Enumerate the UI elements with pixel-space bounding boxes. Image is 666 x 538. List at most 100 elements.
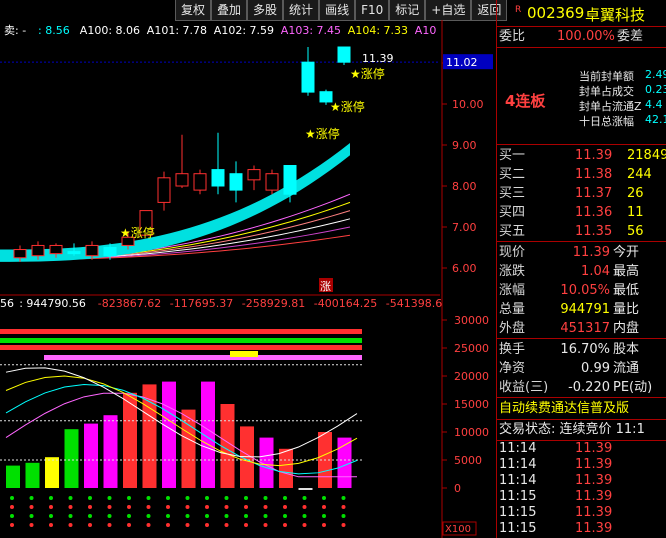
candle[interactable] (193, 169, 207, 195)
toolbar-button[interactable]: 复权 (175, 0, 212, 21)
quote-row: 现价 11.39 今开 (497, 243, 666, 262)
volume-tick-label: 10000 (454, 426, 489, 439)
candle[interactable] (175, 134, 189, 189)
candle-body (49, 244, 63, 255)
price-tick-label: 6.00 (452, 262, 477, 275)
candle[interactable] (229, 161, 243, 203)
signal-dot (263, 523, 268, 527)
chart-area[interactable]: 卖: -: 8.56 A100: 8.06 A101: 7.78 A102: 7.59… (0, 20, 495, 538)
volume-bar[interactable] (25, 462, 40, 488)
signal-dot (185, 496, 190, 500)
bid-row[interactable]: 买三 11.37 26 (497, 184, 666, 203)
volume-bar[interactable] (103, 415, 118, 488)
bid-volume: 56 (627, 224, 644, 239)
volume-tick-label: 30000 (454, 314, 489, 327)
volume-bar[interactable] (84, 423, 98, 488)
toolbar-button[interactable]: +自选 (425, 0, 472, 21)
signal-dot (10, 496, 14, 500)
webi-label: 委比 (499, 29, 526, 44)
stock-code[interactable]: 002369 (527, 4, 584, 22)
signal-dot (166, 514, 170, 518)
quote-row: 涨幅 10.05% 最低 (497, 281, 666, 300)
volume-bar[interactable] (279, 448, 293, 488)
candle[interactable] (301, 47, 315, 96)
signal-dot (49, 505, 53, 509)
toolbar-button[interactable]: F10 (355, 0, 390, 21)
volume-bar[interactable] (142, 384, 157, 488)
toolbar-button[interactable]: 统计 (283, 0, 320, 21)
signal-dot (322, 523, 326, 527)
seal-label: 十日总涨幅 (579, 115, 634, 128)
candle[interactable] (211, 132, 225, 195)
signal-dot (185, 505, 190, 509)
signal-dot (205, 514, 209, 518)
seal-label: 封单占流通Z (579, 100, 642, 113)
price-tick-label: 9.00 (452, 139, 477, 152)
candle-body (283, 165, 297, 195)
volume-bar[interactable] (123, 392, 137, 488)
stock-name[interactable]: 卓翼科技 (585, 4, 645, 25)
signal-dot (127, 514, 131, 518)
tick-time: 11:14 (499, 457, 537, 472)
signal-dot (205, 505, 209, 509)
candle-body (211, 169, 225, 187)
bid-row[interactable]: 买四 11.36 11 (497, 203, 666, 222)
signal-stripe (0, 345, 362, 350)
signal-dot (185, 523, 190, 527)
volume-bar[interactable] (220, 404, 235, 488)
signal-dot (68, 523, 73, 527)
candle-body (175, 173, 189, 187)
signal-dot (166, 496, 170, 500)
volume-bar[interactable] (298, 488, 313, 490)
candle-body (85, 244, 99, 257)
signal-dot (224, 496, 229, 500)
bid-row[interactable]: 买二 11.38 244 (497, 165, 666, 184)
signal-dot (283, 496, 287, 500)
divider (497, 144, 666, 145)
tick-time: 11:15 (499, 505, 537, 520)
tick-row[interactable]: 11:15 11.39 (497, 521, 666, 537)
signal-dot (29, 505, 34, 509)
tick-row[interactable]: 11:14 11.39 (497, 473, 666, 489)
volume-bar[interactable] (45, 457, 59, 488)
kline-chart[interactable]: 卖: -: 8.56 A100: 8.06 A101: 7.78 A102: 7.59… (0, 20, 495, 538)
signal-dot (127, 496, 131, 500)
signal-dot (107, 514, 112, 518)
toolbar-button[interactable]: 画线 (319, 0, 356, 21)
candle[interactable] (157, 171, 171, 211)
tick-price: 11.39 (575, 489, 613, 504)
scroll-text[interactable]: 自动续费通达信普及版 (499, 399, 629, 418)
seal-label: 当前封单额 (579, 70, 634, 83)
tick-price: 11.39 (575, 441, 613, 456)
volume-bar[interactable] (64, 429, 79, 488)
bid-row[interactable]: 买五 11.35 56 (497, 222, 666, 241)
candle[interactable] (337, 46, 351, 66)
volume-bar[interactable] (6, 465, 20, 488)
signal-dot (146, 514, 151, 518)
signal-dot (88, 505, 92, 509)
tick-row[interactable]: 11:14 11.39 (497, 457, 666, 473)
tick-row[interactable]: 11:15 11.39 (497, 505, 666, 521)
tick-row[interactable]: 11:14 11.39 (497, 441, 666, 457)
price-tick-label: 7.00 (452, 221, 477, 234)
toolbar-button[interactable]: 标记 (389, 0, 426, 21)
toolbar-button[interactable]: 多股 (247, 0, 284, 21)
signal-dot (88, 523, 92, 527)
scroll-banner[interactable]: 自动续费通达信普及版 (497, 399, 666, 418)
bid-volume: 11 (627, 205, 644, 220)
bid-price: 11.38 (575, 167, 613, 182)
price-tick-label: 10.00 (452, 98, 484, 111)
bid-label: 买二 (499, 167, 526, 182)
candle[interactable] (265, 169, 279, 195)
candle-body (265, 173, 279, 191)
toolbar-button[interactable]: 叠加 (211, 0, 248, 21)
stat-value: 0.99 (581, 361, 610, 376)
volume-tick-label: 0 (454, 482, 461, 495)
tick-row[interactable]: 11:15 11.39 (497, 489, 666, 505)
signal-dot (244, 496, 248, 500)
candle[interactable] (247, 165, 261, 191)
candle-body (247, 169, 261, 181)
bid-row[interactable]: 买一 11.39 21849 (497, 146, 666, 165)
signal-dot (302, 514, 307, 518)
volume-bar[interactable] (162, 381, 176, 488)
